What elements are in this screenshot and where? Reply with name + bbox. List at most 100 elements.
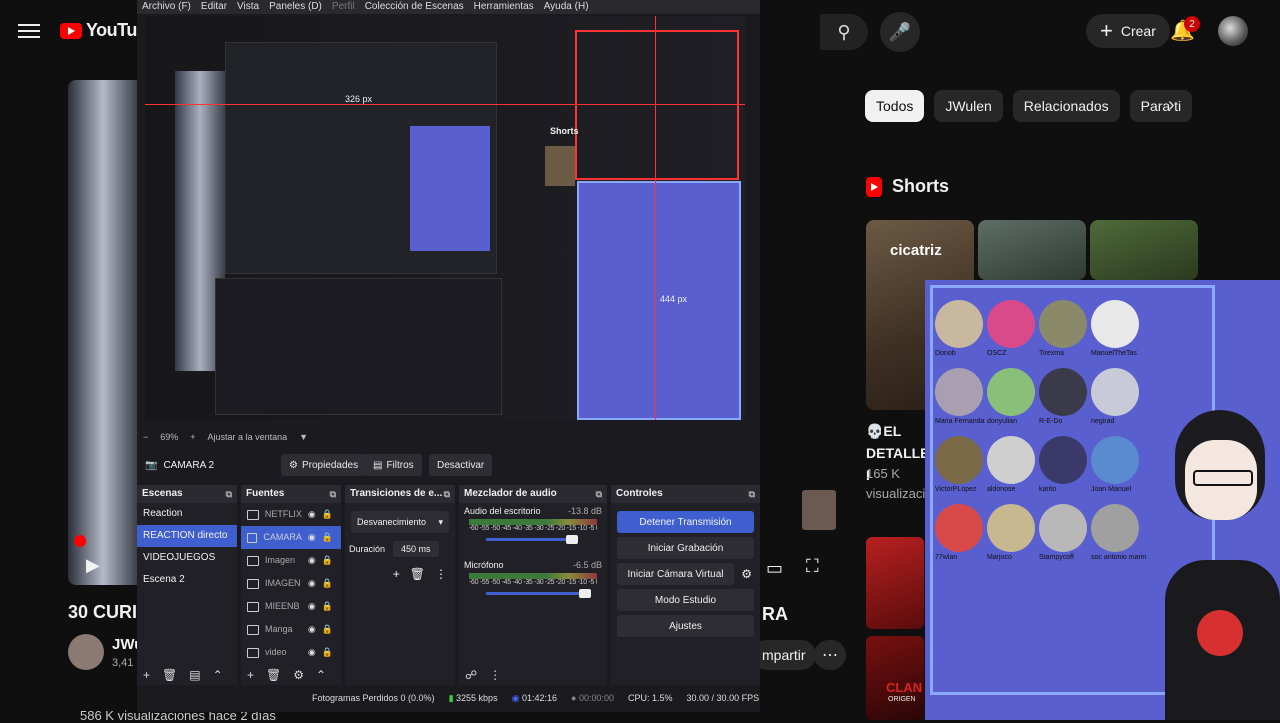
lock-icon[interactable]: 🔒 <box>322 503 333 526</box>
main-video-player[interactable] <box>68 80 138 585</box>
vtuber-avatar <box>1165 370 1280 720</box>
user-avatar[interactable] <box>1218 16 1248 46</box>
live-time-value: 01:42:16 <box>521 692 557 703</box>
undock-icon[interactable]: ⧉ <box>226 485 232 503</box>
source-item[interactable]: IMAGEN ◉ 🔒 <box>241 572 341 595</box>
menu-icon[interactable] <box>18 20 40 42</box>
scene-item[interactable]: Reaction <box>137 503 237 525</box>
microphone-icon[interactable]: 🎤 <box>880 12 920 52</box>
menu-perfil[interactable]: Perfil <box>332 0 355 14</box>
chevron-right-icon[interactable]: › <box>1168 94 1192 118</box>
more-icon[interactable]: ⋮ <box>489 668 501 682</box>
create-button[interactable]: + Crear <box>1086 14 1170 48</box>
eye-icon[interactable]: ◉ <box>308 595 316 618</box>
menu-herramientas[interactable]: Herramientas <box>474 0 534 14</box>
menu-coleccion[interactable]: Colección de Escenas <box>365 0 464 14</box>
more-icon[interactable]: ⋯ <box>814 640 846 670</box>
menu-archivo[interactable]: Archivo (F) <box>142 0 191 14</box>
filter-icon[interactable]: ▤ <box>189 668 200 682</box>
side-mini-thumb[interactable] <box>802 490 836 530</box>
undock-icon[interactable]: ⧉ <box>444 485 450 503</box>
short-card[interactable] <box>978 220 1086 280</box>
progress-scrubber[interactable] <box>74 535 86 547</box>
undock-icon[interactable]: ⧉ <box>749 485 755 503</box>
add-icon[interactable]: + <box>143 668 150 682</box>
undock-icon[interactable]: ⧉ <box>596 485 602 503</box>
lock-icon[interactable]: 🔒 <box>322 641 333 663</box>
volume-slider[interactable] <box>486 535 578 544</box>
control-button[interactable]: Ajustes <box>617 615 754 637</box>
menu-paneles[interactable]: Paneles (D) <box>269 0 322 14</box>
chevron-down-icon[interactable]: ▼ <box>299 432 308 442</box>
channel-name: Micrófono <box>464 560 504 570</box>
miniplayer-icon[interactable]: ▭ <box>766 558 783 579</box>
lock-icon[interactable]: 🔒 <box>322 549 333 572</box>
chip-todos[interactable]: Todos <box>865 90 925 122</box>
control-button[interactable]: Iniciar Cámara Virtual <box>617 563 734 585</box>
volume-slider[interactable] <box>486 589 592 598</box>
source-item[interactable]: CAMARA ◉ 🔒 <box>241 526 341 549</box>
source-item[interactable]: Manga ◉ 🔒 <box>241 618 341 641</box>
follower-name: Maria Fernanda <box>935 418 985 425</box>
add-icon[interactable]: + <box>247 668 254 682</box>
obs-preview[interactable]: 326 px 444 px Shorts <box>145 16 745 420</box>
source-item[interactable]: NETFLIX ◉ 🔒 <box>241 503 341 526</box>
chip-jwulen[interactable]: JWulen <box>934 90 1003 122</box>
play-icon[interactable]: ▶ <box>86 555 100 576</box>
lock-icon[interactable]: 🔒 <box>322 572 333 595</box>
gear-icon[interactable]: ⚙ <box>293 668 304 682</box>
scene-item[interactable]: VIDEOJUEGOS <box>137 547 237 569</box>
slider-knob[interactable] <box>579 589 592 598</box>
trash-icon[interactable]: 🗑 <box>162 668 177 682</box>
control-button[interactable]: Iniciar Grabación <box>617 537 754 559</box>
side-thumb[interactable]: CLAN ORIGEN <box>866 636 924 720</box>
scene-item[interactable]: Escena 2 <box>137 569 237 591</box>
short-card[interactable] <box>1090 220 1198 280</box>
fit-window-label[interactable]: Ajustar a la ventana <box>208 432 288 442</box>
filter-chips: Todos JWulen Relacionados Para ti <box>865 90 1193 122</box>
eye-icon[interactable]: ◉ <box>308 618 316 641</box>
trash-icon[interactable]: 🗑 <box>410 567 425 581</box>
control-button[interactable]: Detener Transmisión <box>617 511 754 533</box>
source-item[interactable]: Imagen ◉ 🔒 <box>241 549 341 572</box>
undock-icon[interactable]: ⧉ <box>330 485 336 503</box>
deactivate-button[interactable]: Desactivar <box>429 454 493 476</box>
chevron-up-icon[interactable]: ⌃ <box>213 668 223 682</box>
lock-icon[interactable]: 🔒 <box>322 526 333 549</box>
eye-icon[interactable]: ◉ <box>308 526 316 549</box>
eye-icon[interactable]: ◉ <box>308 549 316 572</box>
chip-relacionados[interactable]: Relacionados <box>1012 90 1120 122</box>
scene-item[interactable]: REACTION directo <box>137 525 237 547</box>
fullscreen-icon[interactable]: ⛶ <box>806 556 819 577</box>
filters-button[interactable]: ▤ Filtros <box>365 454 422 476</box>
channel-avatar[interactable] <box>68 634 104 670</box>
zoom-minus-icon[interactable]: − <box>143 432 148 442</box>
chevron-up-icon[interactable]: ⌃ <box>316 668 326 682</box>
lock-icon[interactable]: 🔒 <box>322 595 333 618</box>
source-item[interactable]: MIEENB ◉ 🔒 <box>241 595 341 618</box>
share-button[interactable]: mpartir <box>752 640 816 670</box>
eye-icon[interactable]: ◉ <box>308 641 316 663</box>
link-icon[interactable]: ☍ <box>465 668 477 682</box>
slider-knob[interactable] <box>565 535 578 544</box>
properties-button[interactable]: ⚙ Propiedades <box>281 454 367 476</box>
gear-icon[interactable]: ⚙ <box>741 567 752 581</box>
source-item[interactable]: video ◉ 🔒 <box>241 641 341 663</box>
more-icon[interactable]: ⋮ <box>435 567 447 581</box>
transition-select[interactable]: Desvanecimiento ▾ <box>351 511 449 533</box>
measure-top: 326 px <box>345 94 373 104</box>
scenes-title: Escenas <box>142 488 183 499</box>
menu-vista[interactable]: Vista <box>237 0 259 14</box>
menu-ayuda[interactable]: Ayuda (H) <box>544 0 589 14</box>
zoom-plus-icon[interactable]: + <box>190 432 195 442</box>
add-icon[interactable]: + <box>393 567 400 581</box>
trash-icon[interactable]: 🗑 <box>266 668 281 682</box>
duration-input[interactable]: 450 ms <box>393 541 439 557</box>
control-button[interactable]: Modo Estudio <box>617 589 754 611</box>
search-icon[interactable]: ⚲ <box>820 14 868 50</box>
lock-icon[interactable]: 🔒 <box>322 618 333 641</box>
menu-editar[interactable]: Editar <box>201 0 227 14</box>
eye-icon[interactable]: ◉ <box>308 503 316 526</box>
eye-icon[interactable]: ◉ <box>308 572 316 595</box>
side-thumb[interactable] <box>866 537 924 629</box>
